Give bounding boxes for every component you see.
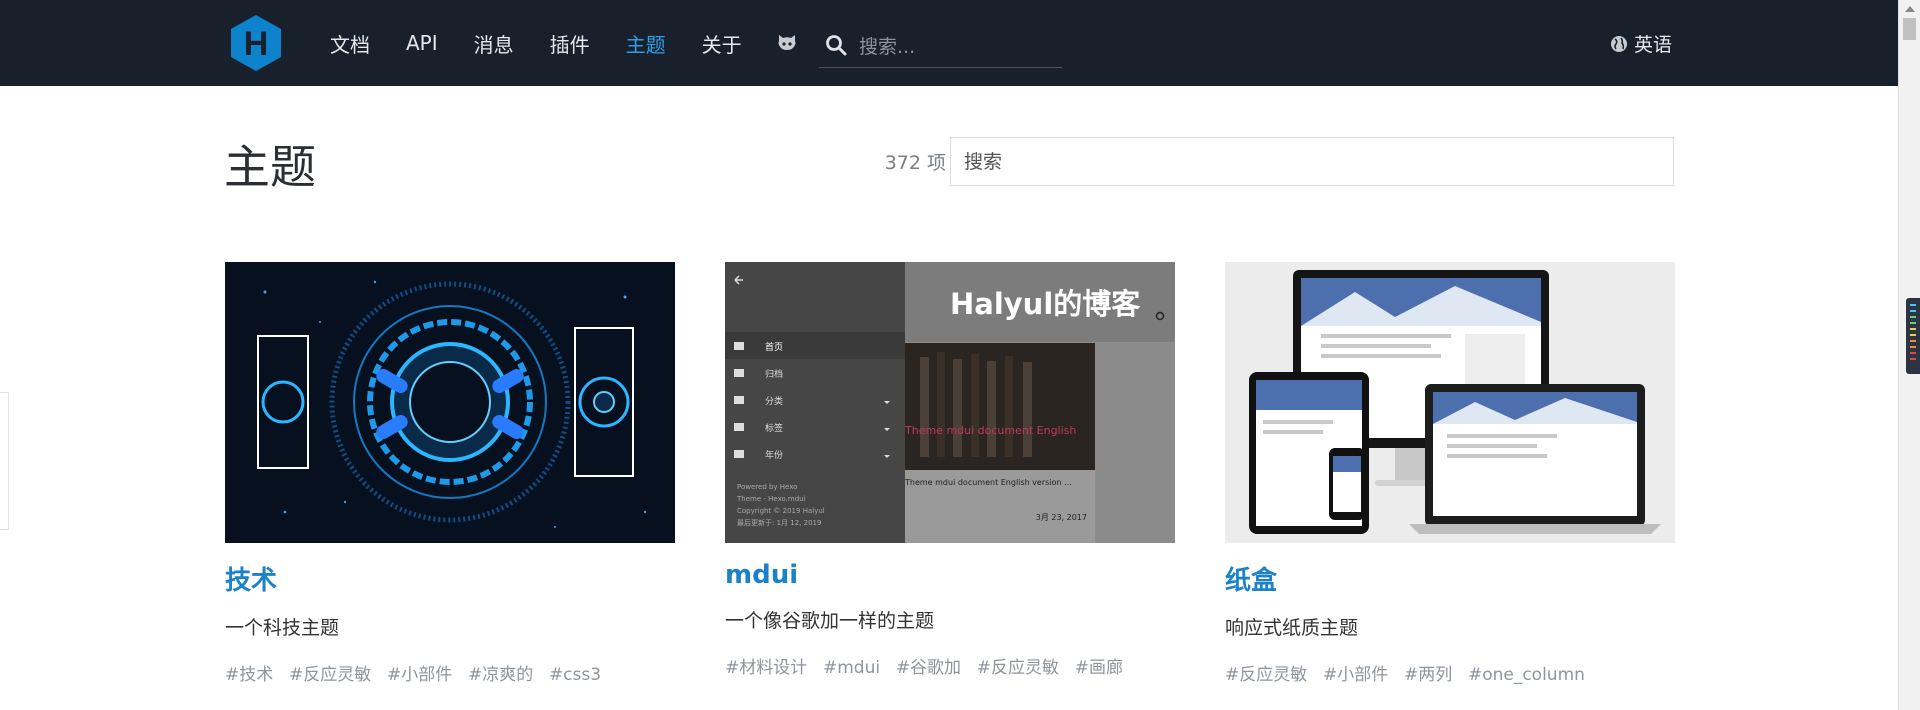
tag-link[interactable]: #css3: [549, 665, 601, 685]
main-nav: 文档 API 消息 插件 主题 关于: [330, 0, 778, 86]
mock-post-title: Theme mdui document English: [904, 424, 1076, 437]
mock-menu-item: 标签: [765, 422, 783, 434]
tag-link[interactable]: #反应灵敏: [977, 658, 1059, 678]
tag-link[interactable]: #小部件: [387, 665, 452, 685]
tag-link[interactable]: #画廊: [1075, 658, 1123, 678]
nav-plugins[interactable]: 插件: [550, 29, 590, 58]
left-edge-tab[interactable]: [0, 392, 9, 530]
mock-footer-line: Copyright © 2019 Halyul: [737, 507, 825, 515]
theme-description: 一个科技主题: [225, 617, 340, 639]
mock-footer-line: Theme - Hexo.mdui: [736, 495, 806, 503]
tag-link[interactable]: #两列: [1404, 665, 1452, 685]
theme-screenshot[interactable]: [1225, 262, 1675, 543]
scroll-up-arrow[interactable]: [1905, 6, 1915, 12]
mock-menu-item: 年份: [765, 449, 783, 461]
theme-tags: #反应灵敏 #小部件 #两列 #one_column: [1225, 660, 1675, 685]
mock-menu-item: 分类: [765, 395, 783, 407]
theme-screenshot[interactable]: Halyul的博客 Theme mdui document English Th…: [725, 262, 1175, 543]
tag-link[interactable]: #材料设计: [725, 658, 807, 678]
nav-news[interactable]: 消息: [474, 29, 514, 58]
language-label: 英语: [1634, 34, 1673, 56]
theme-name[interactable]: 纸盒: [1225, 560, 1675, 597]
mock-footer-line: Powered by Hexo: [737, 483, 797, 491]
search-icon: [826, 35, 847, 56]
top-navbar: H 文档 API 消息 插件 主题 关于 英语: [0, 0, 1898, 86]
theme-card-mdui: Halyul的博客 Theme mdui document English Th…: [725, 262, 1175, 678]
nav-themes[interactable]: 主题: [626, 29, 666, 58]
theme-name[interactable]: mdui: [725, 560, 1175, 590]
nav-api[interactable]: API: [406, 31, 438, 55]
theme-description: 一个像谷歌加一样的主题: [725, 610, 935, 632]
side-widget[interactable]: [1906, 298, 1920, 374]
tag-link[interactable]: #mdui: [823, 658, 880, 678]
tag-link[interactable]: #小部件: [1323, 665, 1388, 685]
theme-tags: #材料设计 #mdui #谷歌加 #反应灵敏 #画廊: [725, 653, 1175, 678]
theme-description: 响应式纸质主题: [1225, 617, 1359, 639]
nav-docs[interactable]: 文档: [330, 29, 370, 58]
nav-about[interactable]: 关于: [702, 29, 742, 58]
tag-link[interactable]: #凉爽的: [468, 665, 533, 685]
theme-card-tech: 技术 一个科技主题 #技术 #反应灵敏 #小部件 #凉爽的 #css3: [225, 262, 675, 685]
theme-name[interactable]: 技术: [225, 560, 675, 597]
theme-search-input[interactable]: [950, 137, 1674, 186]
mock-post-date: 3月 23, 2017: [1036, 513, 1087, 522]
tag-link[interactable]: #one_column: [1468, 665, 1585, 685]
scroll-thumb[interactable]: [1903, 18, 1916, 40]
mock-menu-item: 首页: [765, 341, 783, 353]
mock-menu-item: 归档: [765, 368, 783, 380]
mock-footer-line: 最后更新于: 1月 12, 2019: [737, 518, 821, 527]
theme-tags: #技术 #反应灵敏 #小部件 #凉爽的 #css3: [225, 660, 675, 685]
logo-letter: H: [244, 25, 269, 63]
globe-icon: [1611, 35, 1627, 52]
mock-blog-title: Halyul的博客: [950, 287, 1141, 321]
header-search-input[interactable]: [857, 32, 1061, 62]
mock-post-excerpt: Theme mdui document English version ...: [904, 478, 1072, 487]
theme-count: 372 项: [884, 152, 946, 174]
tag-link[interactable]: #反应灵敏: [1225, 665, 1307, 685]
theme-screenshot[interactable]: [225, 262, 675, 543]
theme-card-paperbox: 纸盒 响应式纸质主题 #反应灵敏 #小部件 #两列 #one_column: [1225, 262, 1675, 685]
tag-link[interactable]: #谷歌加: [896, 658, 961, 678]
header-search: [819, 26, 1062, 68]
tag-link[interactable]: #反应灵敏: [289, 665, 371, 685]
github-icon[interactable]: [776, 31, 798, 53]
language-selector[interactable]: 英语: [1610, 30, 1672, 57]
tag-link[interactable]: #技术: [225, 665, 273, 685]
hexo-logo-icon[interactable]: H: [228, 13, 284, 73]
page-title: 主题: [224, 140, 316, 194]
